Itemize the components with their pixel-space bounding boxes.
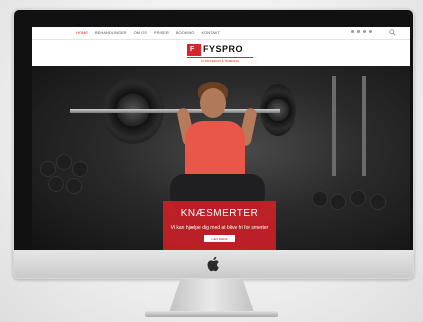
imac-stand-base: [145, 311, 278, 317]
kettlebell: [66, 178, 82, 194]
social-icons: [351, 30, 372, 33]
kettlebell: [312, 191, 328, 207]
hero-title: KNÆSMERTER: [180, 208, 259, 219]
social-icon[interactable]: [369, 30, 372, 33]
rack-post: [332, 76, 336, 176]
social-icon[interactable]: [351, 30, 354, 33]
imac-monitor: HOME BEHANDLINGER OM OS PRISER BOOKING K…: [13, 9, 414, 279]
logo-tagline: FYSIOTERAPI & TRÆNING: [187, 57, 253, 63]
social-icon[interactable]: [363, 30, 366, 33]
kettlebell: [72, 161, 88, 177]
hero-subtitle: Vi kan hjælpe dig med at blive fri for s…: [170, 225, 269, 231]
website-screen: HOME BEHANDLINGER OM OS PRISER BOOKING K…: [32, 27, 410, 251]
hero-banner: KNÆSMERTER Vi kan hjælpe dig med at bliv…: [32, 66, 410, 251]
logo-bar: F FYSPRO FYSIOTERAPI & TRÆNING: [32, 40, 410, 66]
kettlebell: [56, 154, 72, 170]
main-menu: HOME BEHANDLINGER OM OS PRISER BOOKING K…: [76, 30, 220, 35]
kettlebell: [350, 190, 366, 206]
kettlebell: [48, 176, 64, 192]
kettlebell: [370, 194, 386, 210]
social-icon[interactable]: [357, 30, 360, 33]
kettlebell: [40, 161, 56, 177]
athlete-head: [200, 88, 226, 118]
read-more-button[interactable]: LÆS MERE: [204, 235, 235, 242]
search-icon[interactable]: [389, 29, 396, 36]
logo-brand-text: FYSPRO: [203, 44, 244, 54]
nav-item-behandlinger[interactable]: BEHANDLINGER: [95, 30, 127, 35]
apple-logo-icon: [207, 256, 219, 272]
nav-item-priser[interactable]: PRISER: [154, 30, 169, 35]
site-logo[interactable]: F FYSPRO FYSIOTERAPI & TRÆNING: [187, 44, 253, 63]
logo-mark: F: [187, 44, 201, 56]
nav-item-om-os[interactable]: OM OS: [134, 30, 147, 35]
hero-caption-box: KNÆSMERTER Vi kan hjælpe dig med at bliv…: [163, 201, 276, 251]
kettlebell: [330, 194, 346, 210]
top-navigation-bar: HOME BEHANDLINGER OM OS PRISER BOOKING K…: [32, 27, 410, 40]
rack-post: [362, 76, 366, 176]
nav-item-booking[interactable]: BOOKING: [176, 30, 195, 35]
nav-item-home[interactable]: HOME: [76, 30, 88, 35]
imac-chin: [14, 250, 413, 278]
nav-item-kontakt[interactable]: KONTAKT: [201, 30, 220, 35]
